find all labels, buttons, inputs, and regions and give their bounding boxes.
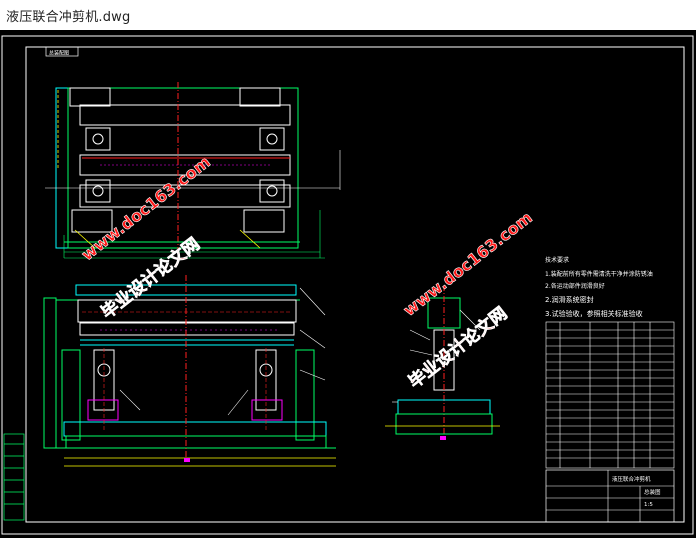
watermark-left-main: 毕业设计论文网	[97, 233, 204, 323]
watermark-right-main: 毕业设计论文网	[404, 303, 511, 393]
window-titlebar: 液压联合冲剪机.dwg	[0, 0, 696, 30]
title-block-scale: 1:5	[644, 502, 653, 508]
parts-list	[545, 321, 675, 469]
cad-drawing: 总装配图 技术要求 1.装配前所有零件需清洗干净并涂防锈油 2.各运动部件润滑良…	[1, 35, 694, 535]
front-view	[43, 275, 336, 467]
notes-line-4: 3.试验验收，参照相关标准验收	[545, 309, 643, 318]
notes-heading: 技术要求	[545, 256, 569, 264]
technical-notes: 技术要求 1.装配前所有零件需清洗干净并涂防锈油 2.各运动部件润滑良好 2.润…	[545, 256, 653, 318]
notes-line-1: 1.装配前所有零件需清洗干净并涂防锈油	[545, 270, 653, 278]
drawing-tag: 总装配图	[49, 50, 69, 57]
revision-block	[3, 433, 25, 521]
notes-line-3: 2.润滑系统密封	[545, 295, 594, 304]
watermark-left: 毕业设计论文网 www.doc163.com	[77, 152, 214, 324]
notes-line-2: 2.各运动部件润滑良好	[545, 282, 605, 290]
cad-canvas[interactable]: 总装配图 技术要求 1.装配前所有零件需清洗干净并涂防锈油 2.各运动部件润滑良…	[0, 30, 696, 538]
title-block-name: 液压联合冲剪机	[612, 475, 651, 483]
window-title: 液压联合冲剪机.dwg	[6, 10, 131, 25]
title-block: 液压联合冲剪机 1:5 总装图	[545, 469, 675, 523]
title-block-sheet: 总装图	[644, 488, 661, 496]
watermark-right-url: www.doc163.com	[400, 208, 536, 320]
watermark-right: 毕业设计论文网 www.doc163.com	[399, 207, 536, 393]
